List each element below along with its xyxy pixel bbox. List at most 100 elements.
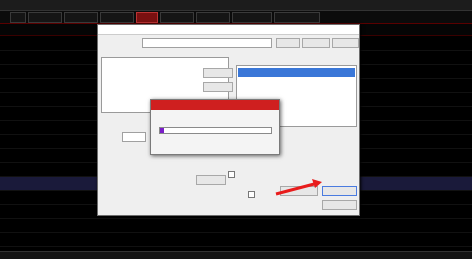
cell-c18 bbox=[400, 109, 430, 119]
menu-item[interactable] bbox=[64, 12, 98, 23]
cell-c4 bbox=[72, 53, 92, 63]
cell-c18 bbox=[400, 179, 430, 189]
cell-id bbox=[2, 165, 22, 175]
menu-item[interactable] bbox=[274, 12, 320, 23]
condition-list-item[interactable] bbox=[238, 68, 355, 77]
cell-c9 bbox=[180, 235, 202, 245]
cell-name bbox=[22, 109, 48, 119]
progress-title bbox=[151, 100, 279, 110]
stop-pick-button[interactable] bbox=[322, 200, 357, 210]
save-cond-button[interactable] bbox=[332, 38, 359, 48]
formula-select[interactable] bbox=[142, 38, 272, 48]
cell-c18 bbox=[400, 235, 430, 245]
cell-c10 bbox=[202, 235, 224, 245]
menu-item[interactable] bbox=[10, 12, 26, 23]
cell-c3 bbox=[48, 53, 72, 63]
menu-item[interactable] bbox=[196, 12, 230, 23]
cell-c3 bbox=[48, 137, 72, 147]
cell-c4 bbox=[72, 165, 92, 175]
cell-name bbox=[22, 137, 48, 147]
cell-c4 bbox=[72, 109, 92, 119]
cell-c18 bbox=[400, 39, 430, 49]
add-block-button[interactable] bbox=[280, 186, 318, 196]
cell-c6 bbox=[116, 235, 136, 245]
cell-c17 bbox=[374, 123, 400, 133]
cell-c3 bbox=[48, 151, 72, 161]
cell-c4 bbox=[72, 221, 92, 231]
cell-id bbox=[2, 221, 22, 231]
cell-c18 bbox=[400, 221, 430, 231]
cell-id bbox=[2, 137, 22, 147]
cell-c17 bbox=[374, 95, 400, 105]
cell-c4 bbox=[72, 151, 92, 161]
cell-c4 bbox=[72, 235, 92, 245]
cell-c13 bbox=[274, 235, 300, 245]
new-list-checkbox[interactable] bbox=[248, 191, 255, 198]
cell-c17 bbox=[374, 165, 400, 175]
cell-c17 bbox=[374, 235, 400, 245]
cell-name bbox=[22, 151, 48, 161]
menu-item[interactable] bbox=[232, 12, 272, 23]
title-bar bbox=[0, 0, 472, 11]
menu-item[interactable] bbox=[100, 12, 134, 23]
cell-c11 bbox=[224, 235, 250, 245]
cell-c17 bbox=[374, 151, 400, 161]
cell-c18 bbox=[400, 165, 430, 175]
cell-c17 bbox=[374, 221, 400, 231]
cell-c4 bbox=[72, 81, 92, 91]
cell-c16 bbox=[350, 235, 374, 245]
cell-c3 bbox=[48, 109, 72, 119]
change-range-button[interactable] bbox=[196, 175, 226, 185]
app-window bbox=[0, 0, 472, 259]
menu-item[interactable] bbox=[28, 12, 62, 23]
progress-dialog bbox=[150, 99, 280, 155]
cell-c17 bbox=[374, 81, 400, 91]
use-desc-button[interactable] bbox=[302, 38, 330, 48]
cell-name bbox=[22, 123, 48, 133]
menu-item-active[interactable] bbox=[136, 12, 158, 23]
cell-id bbox=[2, 81, 22, 91]
menu-item[interactable] bbox=[160, 12, 194, 23]
cell-c4 bbox=[72, 95, 92, 105]
cell-c7 bbox=[136, 221, 158, 231]
cell-name bbox=[22, 53, 48, 63]
cell-c17 bbox=[374, 109, 400, 119]
cell-id bbox=[2, 109, 22, 119]
cell-c7 bbox=[136, 235, 158, 245]
cell-c11 bbox=[224, 221, 250, 231]
delete-condition-button[interactable] bbox=[203, 82, 233, 92]
cell-c18 bbox=[400, 193, 430, 203]
cell-name bbox=[22, 95, 48, 105]
cell-c18 bbox=[400, 67, 430, 77]
cell-c18 bbox=[400, 81, 430, 91]
cell-c3 bbox=[48, 207, 72, 217]
cell-id bbox=[2, 123, 22, 133]
cell-c17 bbox=[374, 53, 400, 63]
add-condition-button[interactable] bbox=[203, 68, 233, 78]
cell-c4 bbox=[72, 137, 92, 147]
progress-fill bbox=[160, 128, 165, 133]
execute-pick-button[interactable] bbox=[322, 186, 357, 196]
cell-c3 bbox=[48, 81, 72, 91]
table-row[interactable] bbox=[0, 219, 472, 233]
cell-c4 bbox=[72, 193, 92, 203]
cell-name bbox=[22, 221, 48, 231]
cell-c4 bbox=[72, 67, 92, 77]
period-select[interactable] bbox=[122, 132, 146, 142]
cell-c4 bbox=[72, 179, 92, 189]
prev-pick-checkbox[interactable] bbox=[228, 171, 235, 178]
cell-c3 bbox=[48, 95, 72, 105]
cell-id bbox=[2, 193, 22, 203]
cell-name bbox=[22, 67, 48, 77]
cell-id bbox=[2, 151, 22, 161]
cell-c18 bbox=[400, 123, 430, 133]
cell-c3 bbox=[48, 123, 72, 133]
cell-c12 bbox=[250, 221, 274, 231]
cell-c17 bbox=[374, 39, 400, 49]
cell-c9 bbox=[180, 221, 202, 231]
table-row[interactable] bbox=[0, 233, 472, 247]
cell-name bbox=[22, 165, 48, 175]
cell-c17 bbox=[374, 137, 400, 147]
formula-list-button[interactable] bbox=[276, 38, 300, 48]
cell-c17 bbox=[374, 207, 400, 217]
